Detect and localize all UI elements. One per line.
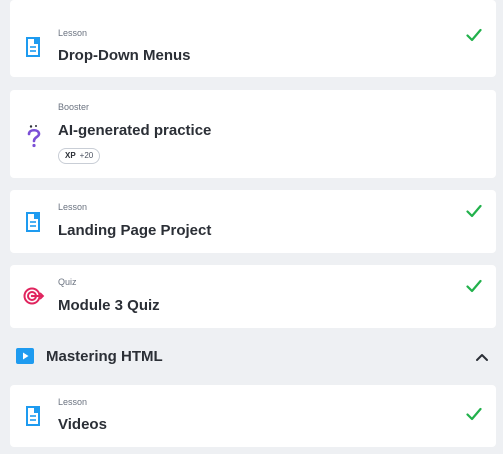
item-kind-label: Quiz [58,277,77,287]
item-title: Module 3 Quiz [58,297,160,314]
item-kind-label: Lesson [58,202,88,212]
item-kind-label: Lesson [58,397,88,407]
lesson-doc-icon [24,405,42,432]
target-icon [23,286,45,311]
item-kind-label: Lesson [58,28,88,38]
xp-label: XP [65,151,76,160]
xp-value: +20 [79,151,94,160]
list-item[interactable]: Quiz Module 3 Quiz [10,265,496,328]
chevron-up-icon[interactable] [475,349,489,367]
list-item[interactable]: Lesson Drop-Down Menus [10,0,496,77]
item-title: AI-generated practice [58,122,212,139]
item-title: Videos [58,416,107,433]
list-item[interactable]: Lesson Videos [10,385,496,447]
question-sparkle-icon [26,124,42,153]
list-item[interactable]: Booster AI-generated practice XP +20 [10,90,496,178]
checkmark-icon [466,407,482,426]
lesson-doc-icon [24,211,42,238]
lesson-doc-icon [24,36,42,63]
xp-badge: XP +20 [58,148,101,164]
checkmark-icon [466,279,482,298]
checkmark-icon [466,28,482,47]
checkmark-icon [466,204,482,223]
play-icon [16,348,34,369]
list-item[interactable]: Lesson Landing Page Project [10,190,496,253]
item-title: Drop-Down Menus [58,47,191,64]
item-title: Landing Page Project [58,222,212,239]
section-title: Mastering HTML [46,348,163,365]
section-header-mastering-html[interactable]: Mastering HTML [0,338,503,374]
item-kind-label: Booster [58,102,90,112]
